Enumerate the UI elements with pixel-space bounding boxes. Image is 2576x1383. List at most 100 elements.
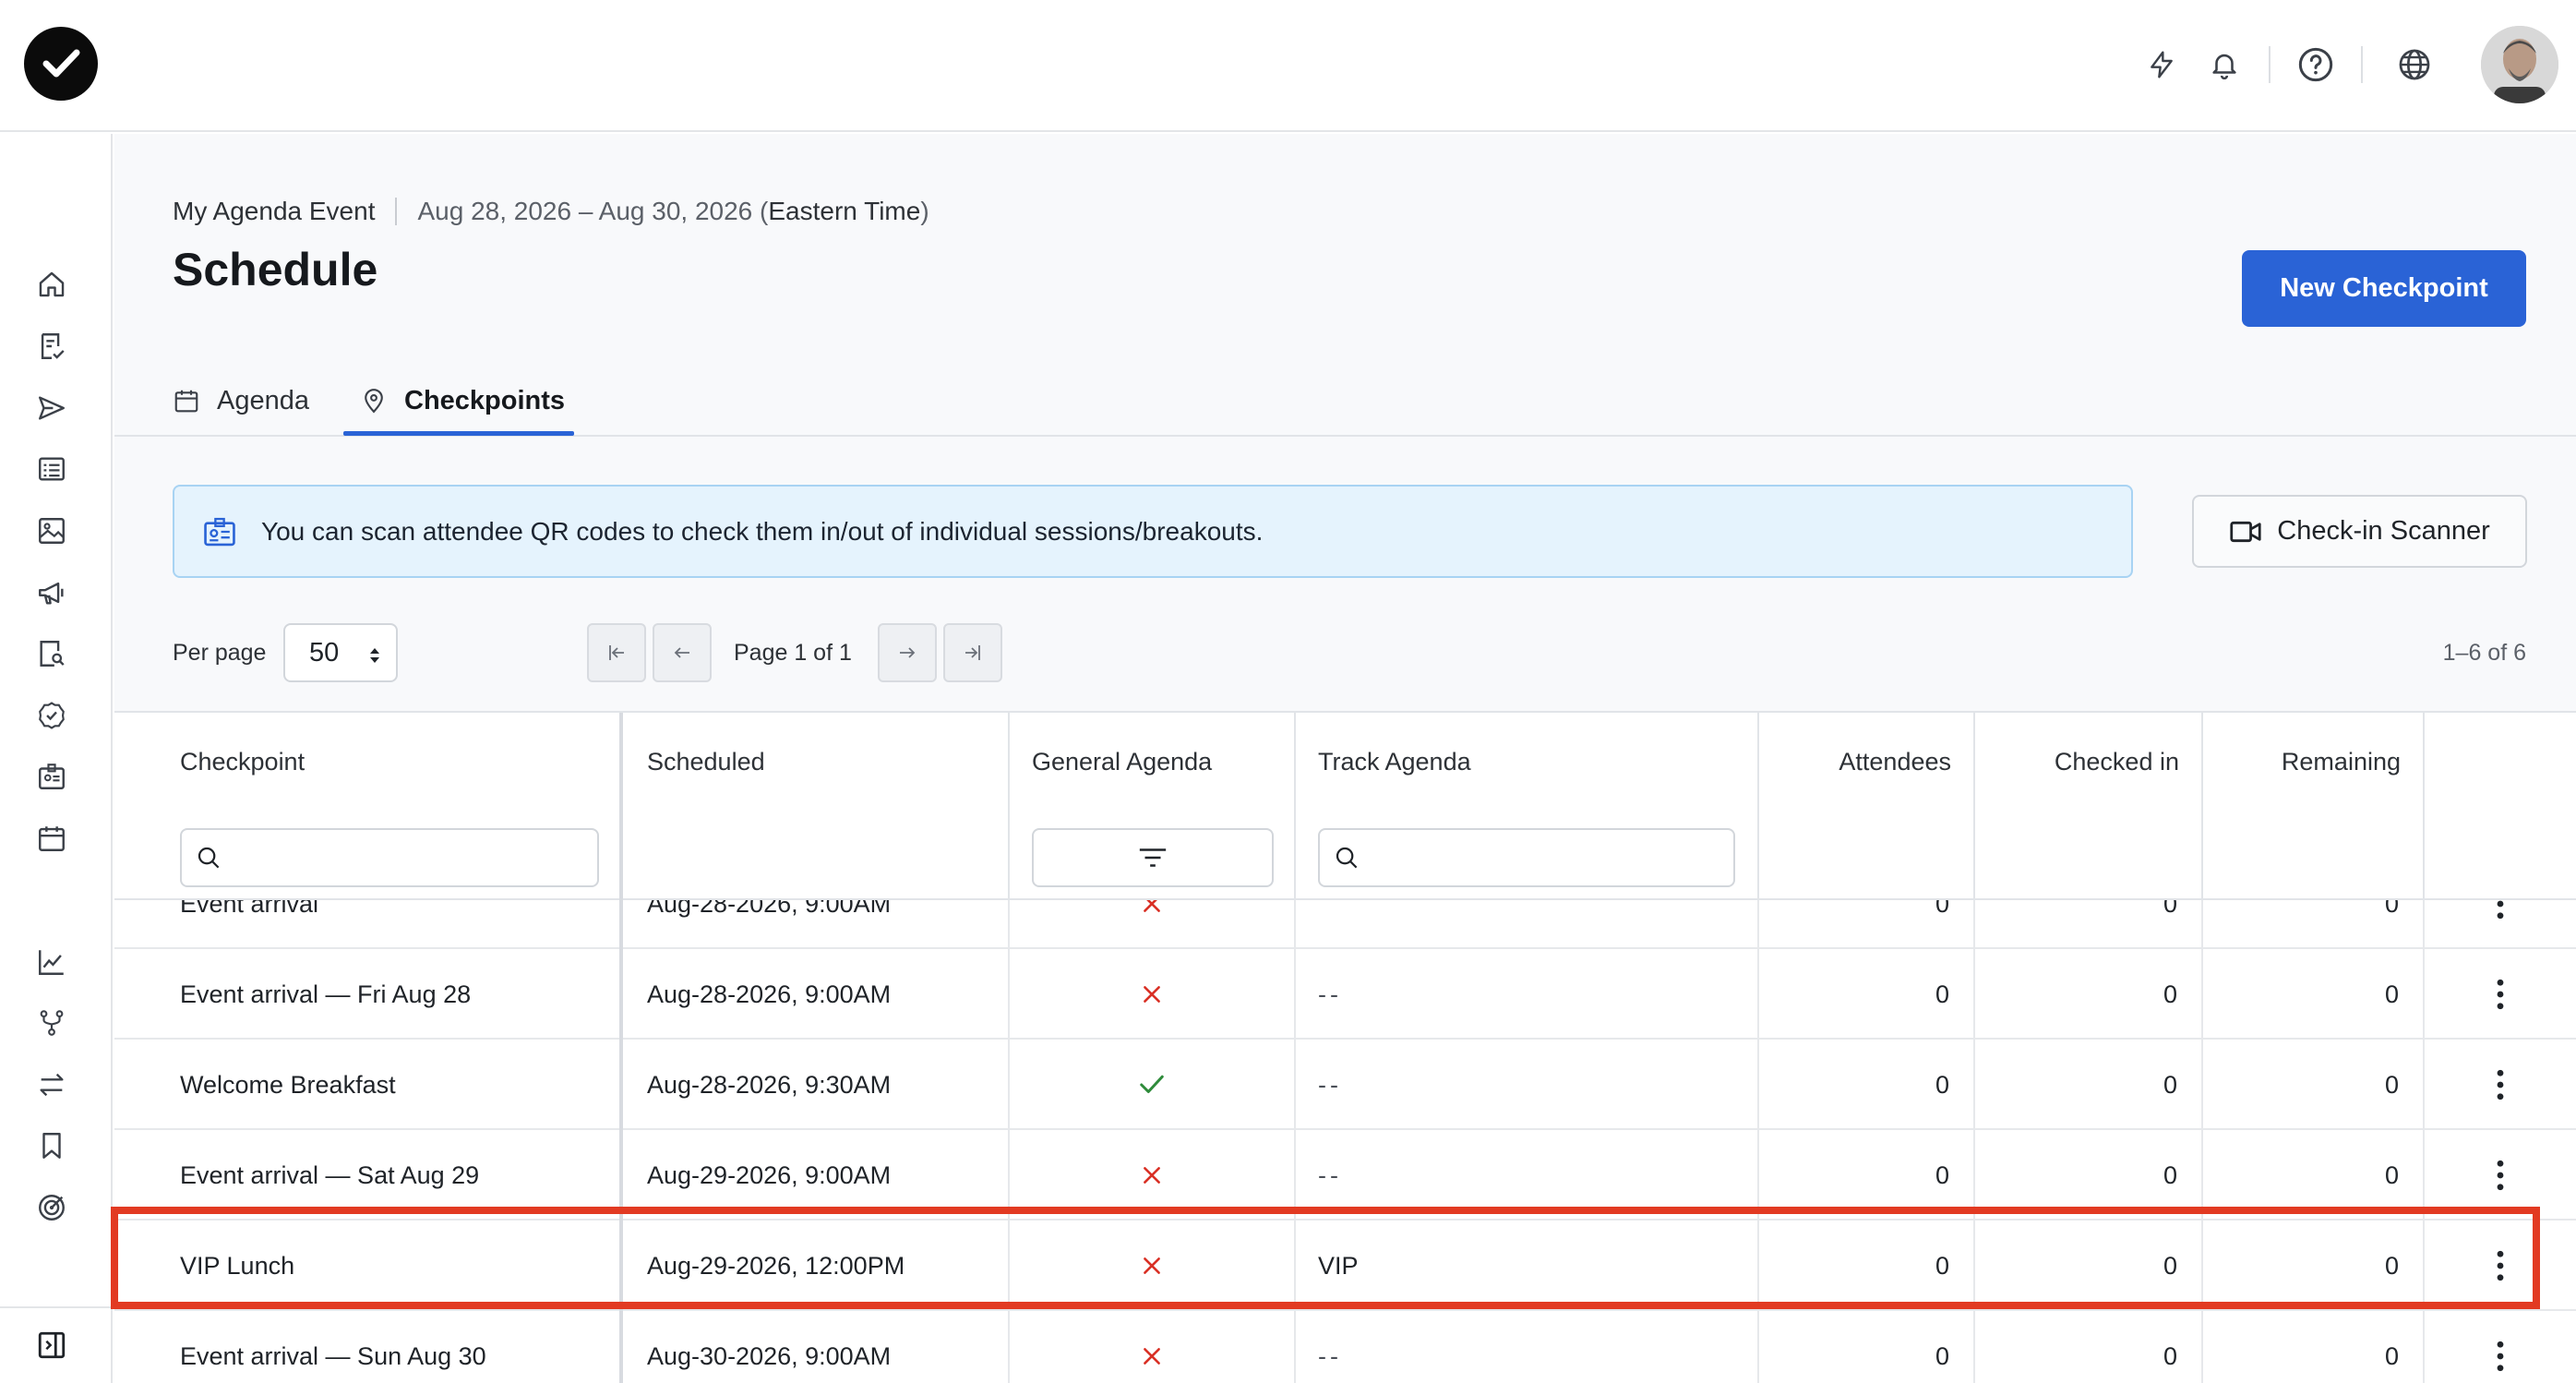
globe-icon[interactable] [2390, 41, 2438, 89]
lightning-icon[interactable] [2138, 41, 2186, 89]
attendees-count: 0 [1935, 980, 1949, 1008]
attendees-count: 0 [1935, 1070, 1949, 1099]
pagination-bar: Per page 50 Page 1 of 1 1–6 of 6 [173, 623, 2526, 682]
user-avatar[interactable] [2481, 26, 2558, 103]
row-more-options-icon[interactable] [2425, 1130, 2576, 1221]
remaining-count: 0 [2384, 1070, 2399, 1099]
next-page-button[interactable] [878, 623, 937, 682]
cell-checked-in: 0 [1975, 1221, 2203, 1311]
checked-in-count: 0 [2163, 980, 2177, 1008]
cell-checkpoint: VIP Lunch [114, 1221, 623, 1311]
tab-checkpoints[interactable]: Checkpoints [360, 365, 565, 437]
tab-bar: Agenda Checkpoints [114, 365, 2576, 437]
calendar-icon [173, 387, 200, 415]
last-page-button[interactable] [943, 623, 1002, 682]
scheduled-time: Aug-28-2026, 9:30AM [647, 1070, 892, 1099]
cell-track-agenda: -- [1296, 1311, 1759, 1383]
general-agenda-filter-button[interactable] [1032, 828, 1274, 887]
table-row[interactable]: VIP Lunch Aug-29-2026, 12:00PM VIP 0 0 0 [114, 1221, 2576, 1311]
attendees-count: 0 [1935, 1341, 1949, 1370]
list-icon[interactable] [33, 451, 70, 487]
column-checkpoint-label: Checkpoint [180, 748, 306, 776]
first-page-button[interactable] [587, 623, 646, 682]
remaining-count: 0 [2384, 980, 2399, 1008]
home-icon[interactable] [33, 266, 70, 303]
cell-remaining: 0 [2203, 1040, 2425, 1130]
branch-icon[interactable] [33, 1004, 70, 1041]
attendees-count: 0 [1935, 1251, 1949, 1280]
row-more-options-icon[interactable] [2425, 1221, 2576, 1311]
row-more-options-icon[interactable] [2425, 949, 2576, 1040]
event-dates: Aug 28, 2026 – Aug 30, 2026 [417, 197, 753, 225]
table-row[interactable]: Event arrival — Sun Aug 30 Aug-30-2026, 9… [114, 1311, 2576, 1383]
tab-agenda[interactable]: Agenda [173, 365, 309, 437]
track-agenda-value: -- [1318, 1070, 1342, 1099]
sidebar-footer [0, 1306, 113, 1383]
send-icon[interactable] [33, 390, 70, 427]
cell-attendees: 0 [1759, 1311, 1975, 1383]
new-checkpoint-button[interactable]: New Checkpoint [2242, 250, 2526, 327]
cell-checkpoint: Event arrival — Sat Aug 29 [114, 1130, 623, 1221]
swap-icon[interactable] [33, 1066, 70, 1103]
per-page-select[interactable]: 50 [283, 623, 398, 682]
row-more-options-icon[interactable] [2425, 1311, 2576, 1383]
help-circle-icon[interactable] [2292, 41, 2340, 89]
scheduled-time: Aug-29-2026, 9:00AM [647, 1161, 892, 1189]
column-checkpoint: Checkpoint [114, 713, 623, 900]
cross-icon [1140, 1254, 1164, 1278]
checklist-icon[interactable] [33, 328, 70, 365]
cell-remaining: 0 [2203, 1130, 2425, 1221]
checkpoint-name: Event arrival — Sat Aug 29 [180, 1161, 480, 1189]
per-page-value: 50 [309, 637, 340, 667]
cell-remaining: 0 [2203, 949, 2425, 1040]
bookmark-icon[interactable] [33, 1127, 70, 1164]
cell-scheduled: Aug-30-2026, 9:00AM [623, 1311, 1010, 1383]
checkmark-logo-icon[interactable] [24, 27, 98, 101]
check-circle-icon[interactable] [33, 697, 70, 734]
track-agenda-search-input[interactable] [1318, 828, 1735, 887]
cell-track-agenda: VIP [1296, 1221, 1759, 1311]
badge-icon[interactable] [33, 758, 70, 795]
search-icon [1336, 847, 1358, 869]
checkpoint-search-input[interactable] [180, 828, 599, 887]
previous-page-button[interactable] [653, 623, 712, 682]
remaining-count: 0 [2384, 1341, 2399, 1370]
check-in-scanner-button[interactable]: Check-in Scanner [2192, 495, 2527, 568]
row-more-options-icon[interactable] [2425, 1040, 2576, 1130]
cross-icon [1140, 1163, 1164, 1187]
column-track-agenda-label: Track Agenda [1318, 748, 1471, 776]
table-header: Checkpoint Scheduled General Agenda Trac… [114, 713, 2576, 900]
cell-general-agenda [1010, 1130, 1296, 1221]
target-icon[interactable] [33, 1189, 70, 1226]
calendar-icon[interactable] [33, 820, 70, 857]
cell-scheduled: Aug-29-2026, 12:00PM [623, 1221, 1010, 1311]
column-remaining: Remaining [2203, 713, 2425, 900]
checked-in-count: 0 [2163, 1070, 2177, 1099]
bell-icon[interactable] [2200, 41, 2248, 89]
cell-general-agenda [1010, 1221, 1296, 1311]
search-document-icon[interactable] [33, 635, 70, 672]
video-camera-icon [2229, 519, 2262, 545]
cell-scheduled: Aug-29-2026, 9:00AM [623, 1130, 1010, 1221]
column-scheduled-label: Scheduled [647, 748, 765, 776]
column-remaining-label: Remaining [2281, 748, 2401, 776]
column-actions [2425, 713, 2576, 900]
event-timezone: Eastern Time [768, 197, 921, 225]
table-row[interactable]: Event arrival — Fri Aug 28 Aug-28-2026, 9… [114, 949, 2576, 1040]
cross-icon [1140, 1344, 1164, 1368]
chart-icon[interactable] [33, 944, 70, 980]
megaphone-icon[interactable] [33, 574, 70, 611]
track-agenda-value: -- [1318, 1161, 1342, 1189]
checkpoint-name: Event arrival — Fri Aug 28 [180, 980, 472, 1008]
sidebar-toggle-icon[interactable] [33, 1327, 70, 1364]
left-sidebar [0, 134, 113, 1383]
image-icon[interactable] [33, 512, 70, 549]
cell-general-agenda [1010, 1040, 1296, 1130]
table-row[interactable]: Event arrival — Sat Aug 29 Aug-29-2026, 9… [114, 1130, 2576, 1221]
cell-checkpoint: Event arrival — Sun Aug 30 [114, 1311, 623, 1383]
column-track-agenda: Track Agenda [1296, 713, 1759, 900]
column-checked-in-label: Checked in [2054, 748, 2179, 776]
table-row[interactable]: Welcome Breakfast Aug-28-2026, 9:30AM -- 0 0… [114, 1040, 2576, 1130]
scheduled-time: Aug-30-2026, 9:00AM [647, 1341, 892, 1370]
cell-track-agenda: -- [1296, 949, 1759, 1040]
